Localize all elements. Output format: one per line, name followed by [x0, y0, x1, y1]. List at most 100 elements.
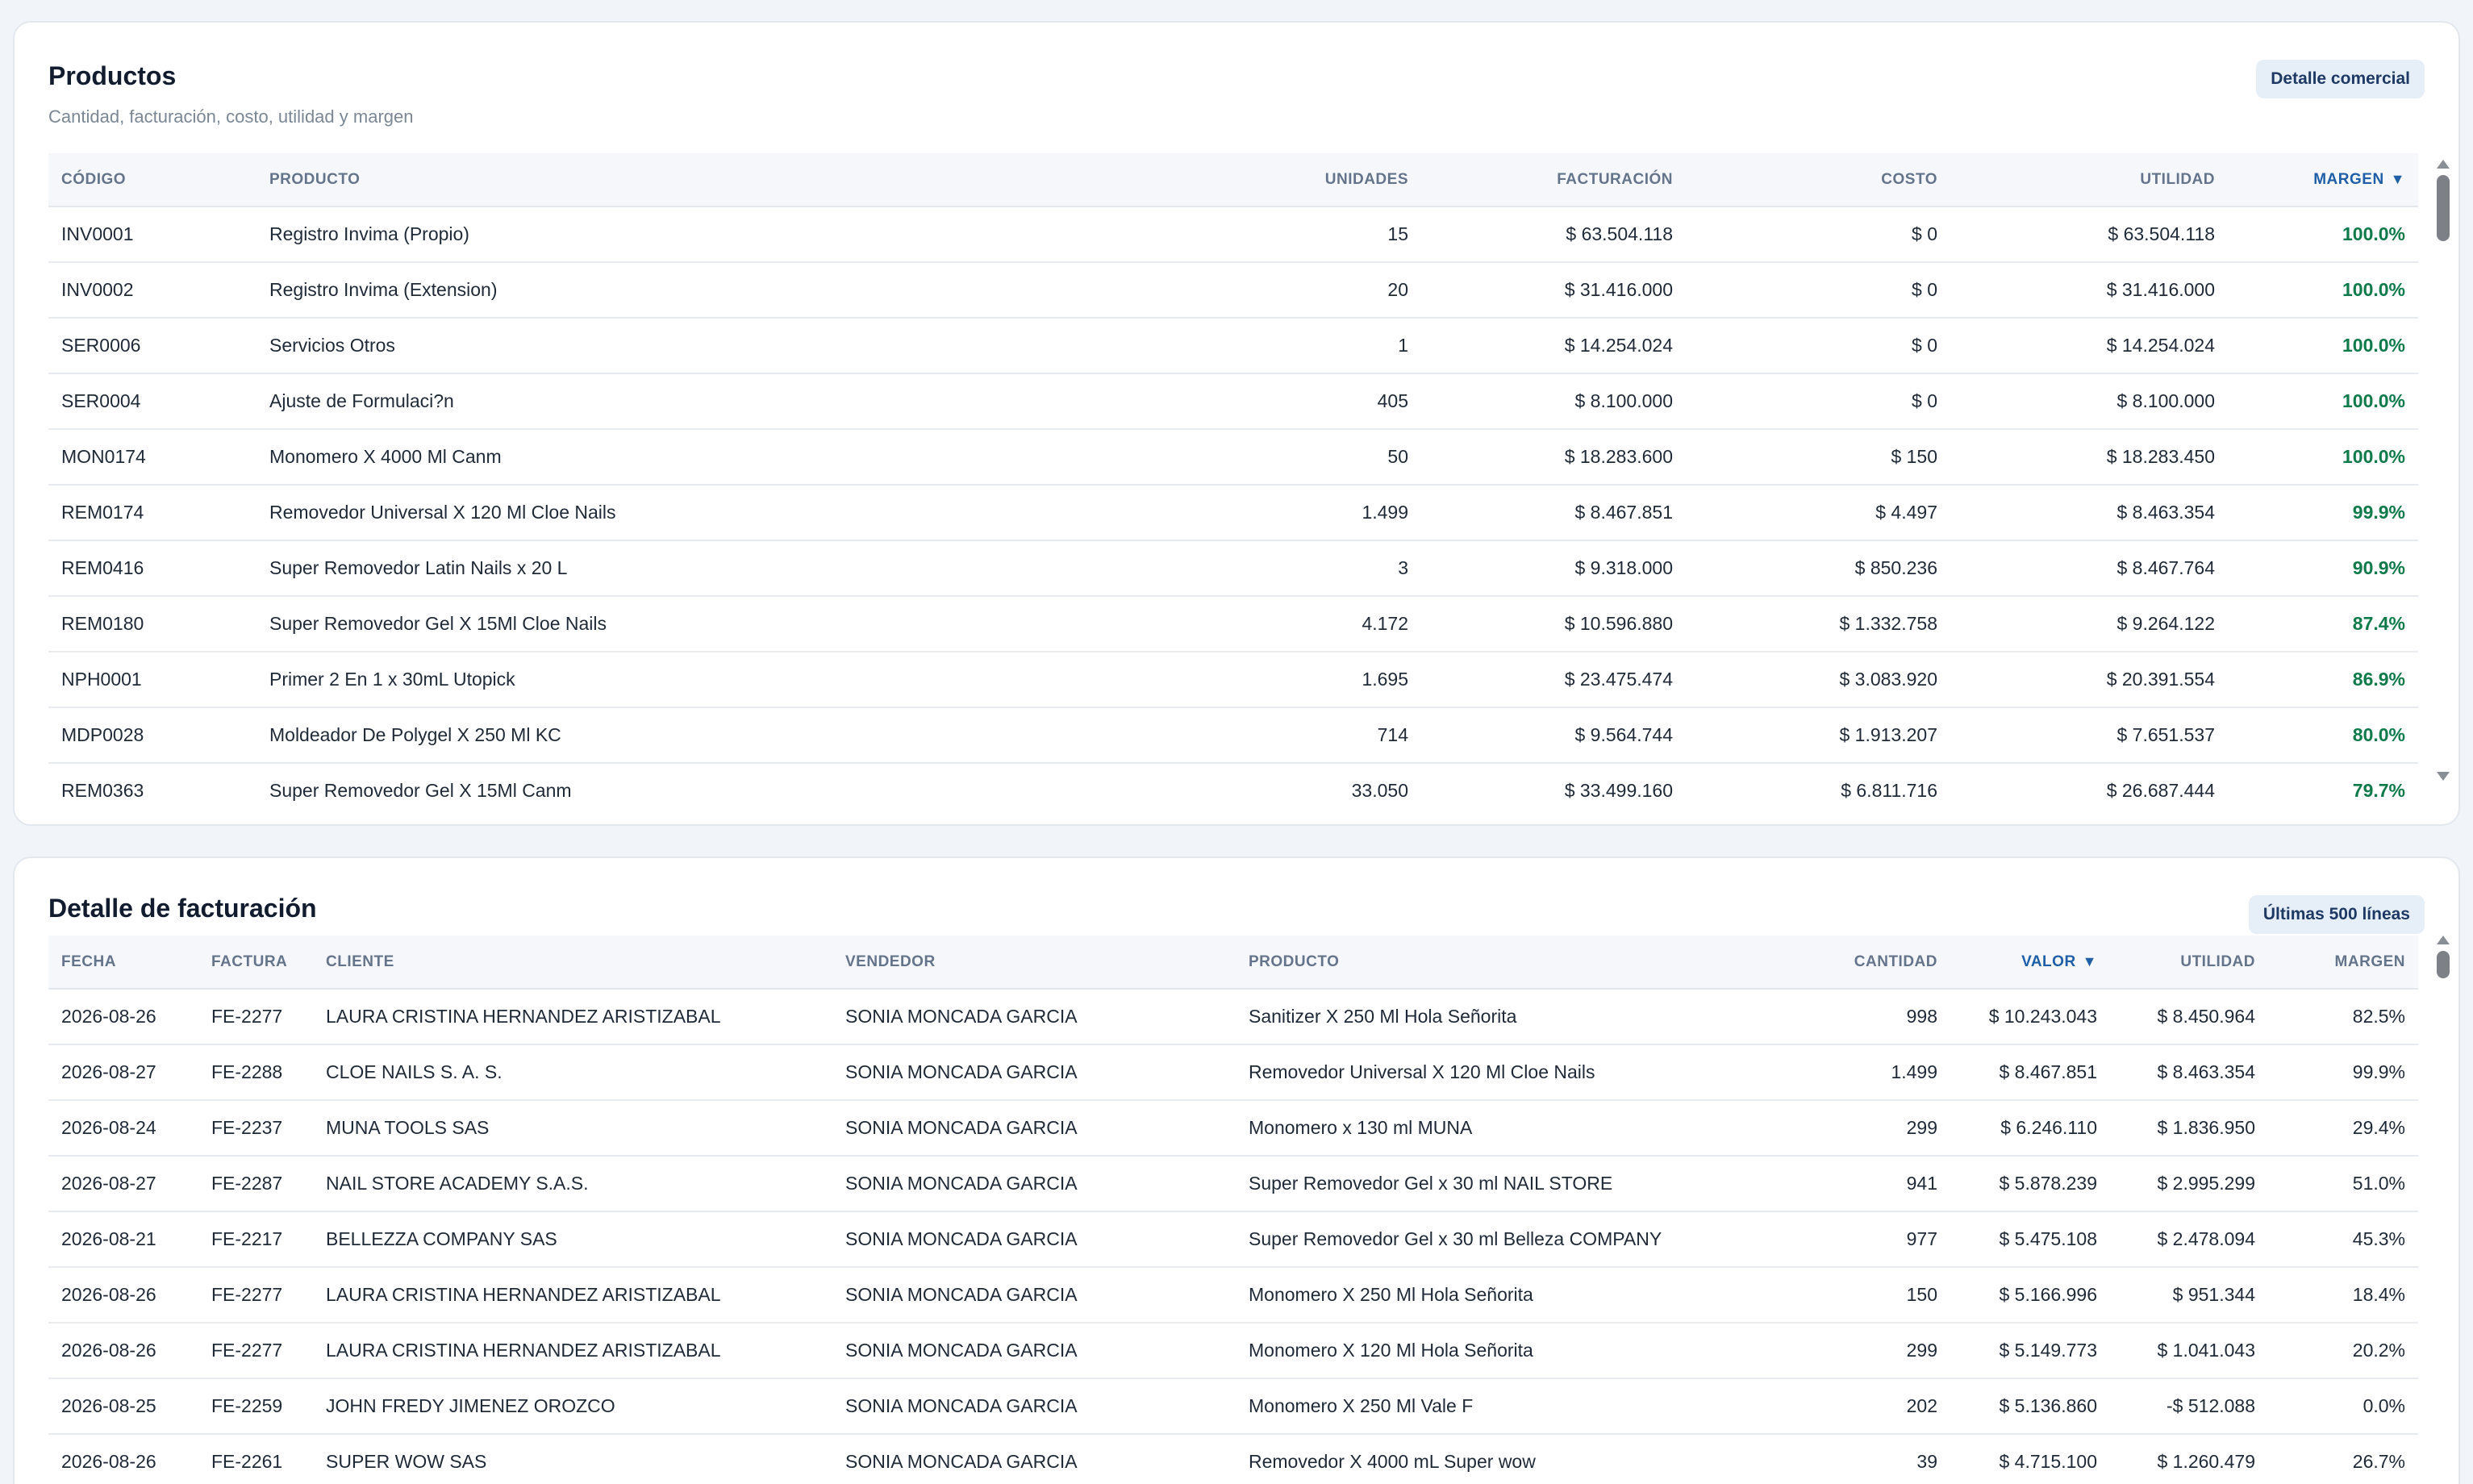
- col-cost-header[interactable]: COSTO: [1686, 153, 1950, 207]
- table-row[interactable]: 2026-08-27 FE-2288 CLOE NAILS S. A. S. SONI…: [48, 1044, 2418, 1101]
- table-row[interactable]: 2026-08-26 FE-2277 LAURA CRISTINA HERNANDE…: [48, 989, 2418, 1045]
- cell-value: $ 5.149.773: [1950, 1323, 2110, 1379]
- cell-qty: 299: [1720, 1100, 1950, 1157]
- last-lines-badge[interactable]: Últimas 500 líneas: [2248, 895, 2425, 934]
- cell-units: 50: [1200, 429, 1421, 486]
- cell-invoice: FE-2259: [198, 1378, 313, 1435]
- products-scrollbar[interactable]: [2434, 160, 2452, 781]
- table-row[interactable]: REM0363 Super Removedor Gel X 15Ml Canm 33…: [48, 763, 2418, 813]
- cell-product: Monomero X 120 Ml Hola Señorita: [1236, 1323, 1720, 1379]
- cell-margin: 87.4%: [2228, 596, 2418, 652]
- cell-profit: $ 20.391.554: [1950, 652, 2228, 708]
- table-row[interactable]: NPH0001 Primer 2 En 1 x 30mL Utopick 1.695…: [48, 652, 2418, 708]
- table-row[interactable]: MON0174 Monomero X 4000 Ml Canm 50 $ 18.283…: [48, 429, 2418, 486]
- scroll-down-icon[interactable]: [2437, 772, 2450, 781]
- table-row[interactable]: 2026-08-26 FE-2261 SUPER WOW SAS SONIA MONC…: [48, 1434, 2418, 1484]
- commercial-detail-badge[interactable]: Detalle comercial: [2256, 60, 2425, 98]
- billing-detail-card: Detalle de facturación Últimas 500 línea…: [13, 857, 2460, 1484]
- table-row[interactable]: 2026-08-21 FE-2217 BELLEZZA COMPANY SAS SON…: [48, 1211, 2418, 1268]
- cell-profit: $ 8.100.000: [1950, 373, 2228, 430]
- cell-profit: $ 31.416.000: [1950, 262, 2228, 319]
- cell-margin: 100.0%: [2228, 429, 2418, 486]
- col-value-header[interactable]: VALOR ▼: [1950, 936, 2110, 990]
- cell-product: Registro Invima (Propio): [256, 206, 1200, 263]
- col-billing-header[interactable]: FACTURACIÓN: [1421, 153, 1686, 207]
- table-row[interactable]: 2026-08-26 FE-2277 LAURA CRISTINA HERNANDE…: [48, 1323, 2418, 1379]
- products-table-container[interactable]: CÓDIGO PRODUCTO UNIDADES FACTURACIÓN COS…: [48, 153, 2418, 813]
- cell-cost: $ 150: [1686, 429, 1950, 486]
- table-row[interactable]: REM0174 Removedor Universal X 120 Ml Cloe…: [48, 485, 2418, 541]
- cell-code: INV0002: [48, 262, 256, 319]
- cell-margin: 20.2%: [2268, 1323, 2418, 1379]
- cell-units: 20: [1200, 262, 1421, 319]
- cell-billing: $ 18.283.600: [1421, 429, 1686, 486]
- billing-table: FECHA FACTURA CLIENTE VENDEDOR PRODUCTO …: [48, 936, 2418, 1484]
- col-units-header[interactable]: UNIDADES: [1200, 153, 1421, 207]
- table-row[interactable]: 2026-08-27 FE-2287 NAIL STORE ACADEMY S.A.…: [48, 1156, 2418, 1212]
- products-subtitle: Cantidad, facturación, costo, utilidad y…: [48, 106, 414, 127]
- table-row[interactable]: SER0006 Servicios Otros 1 $ 14.254.024 $ 0 $ …: [48, 318, 2418, 374]
- cell-product: Super Removedor Gel X 15Ml Canm: [256, 763, 1200, 813]
- cell-date: 2026-08-26: [48, 1434, 198, 1484]
- table-row[interactable]: REM0180 Super Removedor Gel X 15Ml Cloe N…: [48, 596, 2418, 652]
- cell-product: Primer 2 En 1 x 30mL Utopick: [256, 652, 1200, 708]
- cell-value: $ 10.243.043: [1950, 989, 2110, 1045]
- cell-cost: $ 3.083.920: [1686, 652, 1950, 708]
- col-code-header[interactable]: CÓDIGO: [48, 153, 256, 207]
- cell-product: Super Removedor Gel X 15Ml Cloe Nails: [256, 596, 1200, 652]
- cell-product: Sanitizer X 250 Ml Hola Señorita: [1236, 989, 1720, 1045]
- cell-qty: 150: [1720, 1267, 1950, 1324]
- scroll-up-icon[interactable]: [2437, 936, 2450, 944]
- col-date-header[interactable]: FECHA: [48, 936, 198, 990]
- col-billing-product-header[interactable]: PRODUCTO: [1236, 936, 1720, 990]
- billing-table-container[interactable]: FECHA FACTURA CLIENTE VENDEDOR PRODUCTO …: [48, 936, 2418, 1484]
- billing-scrollbar[interactable]: [2434, 936, 2452, 1484]
- col-invoice-header[interactable]: FACTURA: [198, 936, 313, 990]
- col-product-header[interactable]: PRODUCTO: [256, 153, 1200, 207]
- cell-client: LAURA CRISTINA HERNANDEZ ARISTIZABAL: [313, 1267, 832, 1324]
- cell-profit: $ 8.450.964: [2110, 989, 2268, 1045]
- cell-units: 3: [1200, 540, 1421, 597]
- table-row[interactable]: 2026-08-24 FE-2237 MUNA TOOLS SAS SONIA MON…: [48, 1100, 2418, 1157]
- col-margin-header-label: MARGEN: [2313, 170, 2384, 188]
- cell-date: 2026-08-21: [48, 1211, 198, 1268]
- col-billing-margin-header[interactable]: MARGEN: [2268, 936, 2418, 990]
- table-row[interactable]: REM0416 Super Removedor Latin Nails x 20 …: [48, 540, 2418, 597]
- cell-margin: 0.0%: [2268, 1378, 2418, 1435]
- table-row[interactable]: 2026-08-26 FE-2277 LAURA CRISTINA HERNANDE…: [48, 1267, 2418, 1324]
- scroll-up-icon[interactable]: [2437, 160, 2450, 169]
- col-margin-header[interactable]: MARGEN ▼: [2228, 153, 2418, 207]
- billing-header-row: FECHA FACTURA CLIENTE VENDEDOR PRODUCTO …: [48, 936, 2418, 990]
- scrollbar-thumb[interactable]: [2437, 175, 2450, 241]
- table-row[interactable]: 2026-08-25 FE-2259 JOHN FREDY JIMENEZ OROZ…: [48, 1378, 2418, 1435]
- cell-margin: 86.9%: [2228, 652, 2418, 708]
- table-row[interactable]: SER0004 Ajuste de Formulaci?n 405 $ 8.100.0…: [48, 373, 2418, 430]
- cell-invoice: FE-2237: [198, 1100, 313, 1157]
- cell-product: Registro Invima (Extension): [256, 262, 1200, 319]
- cell-margin: 45.3%: [2268, 1211, 2418, 1268]
- cell-billing: $ 8.467.851: [1421, 485, 1686, 541]
- col-profit-header[interactable]: UTILIDAD: [1950, 153, 2228, 207]
- cell-margin: 100.0%: [2228, 262, 2418, 319]
- cell-units: 33.050: [1200, 763, 1421, 813]
- cell-cost: $ 0: [1686, 206, 1950, 263]
- cell-margin: 79.7%: [2228, 763, 2418, 813]
- cell-margin: 99.9%: [2268, 1044, 2418, 1101]
- table-row[interactable]: INV0002 Registro Invima (Extension) 20 $ 31…: [48, 262, 2418, 319]
- cell-margin: 29.4%: [2268, 1100, 2418, 1157]
- cell-profit: $ 2.995.299: [2110, 1156, 2268, 1212]
- col-seller-header[interactable]: VENDEDOR: [832, 936, 1236, 990]
- cell-qty: 977: [1720, 1211, 1950, 1268]
- scrollbar-thumb[interactable]: [2437, 951, 2450, 978]
- table-row[interactable]: MDP0028 Moldeador De Polygel X 250 Ml KC 7…: [48, 707, 2418, 764]
- cell-product: Super Removedor Latin Nails x 20 L: [256, 540, 1200, 597]
- cell-client: LAURA CRISTINA HERNANDEZ ARISTIZABAL: [313, 989, 832, 1045]
- cell-billing: $ 10.596.880: [1421, 596, 1686, 652]
- col-client-header[interactable]: CLIENTE: [313, 936, 832, 990]
- cell-code: REM0174: [48, 485, 256, 541]
- col-billing-profit-header[interactable]: UTILIDAD: [2110, 936, 2268, 990]
- col-qty-header[interactable]: CANTIDAD: [1720, 936, 1950, 990]
- table-row[interactable]: INV0001 Registro Invima (Propio) 15 $ 63.50…: [48, 206, 2418, 263]
- cell-profit: $ 951.344: [2110, 1267, 2268, 1324]
- products-table: CÓDIGO PRODUCTO UNIDADES FACTURACIÓN COS…: [48, 153, 2418, 813]
